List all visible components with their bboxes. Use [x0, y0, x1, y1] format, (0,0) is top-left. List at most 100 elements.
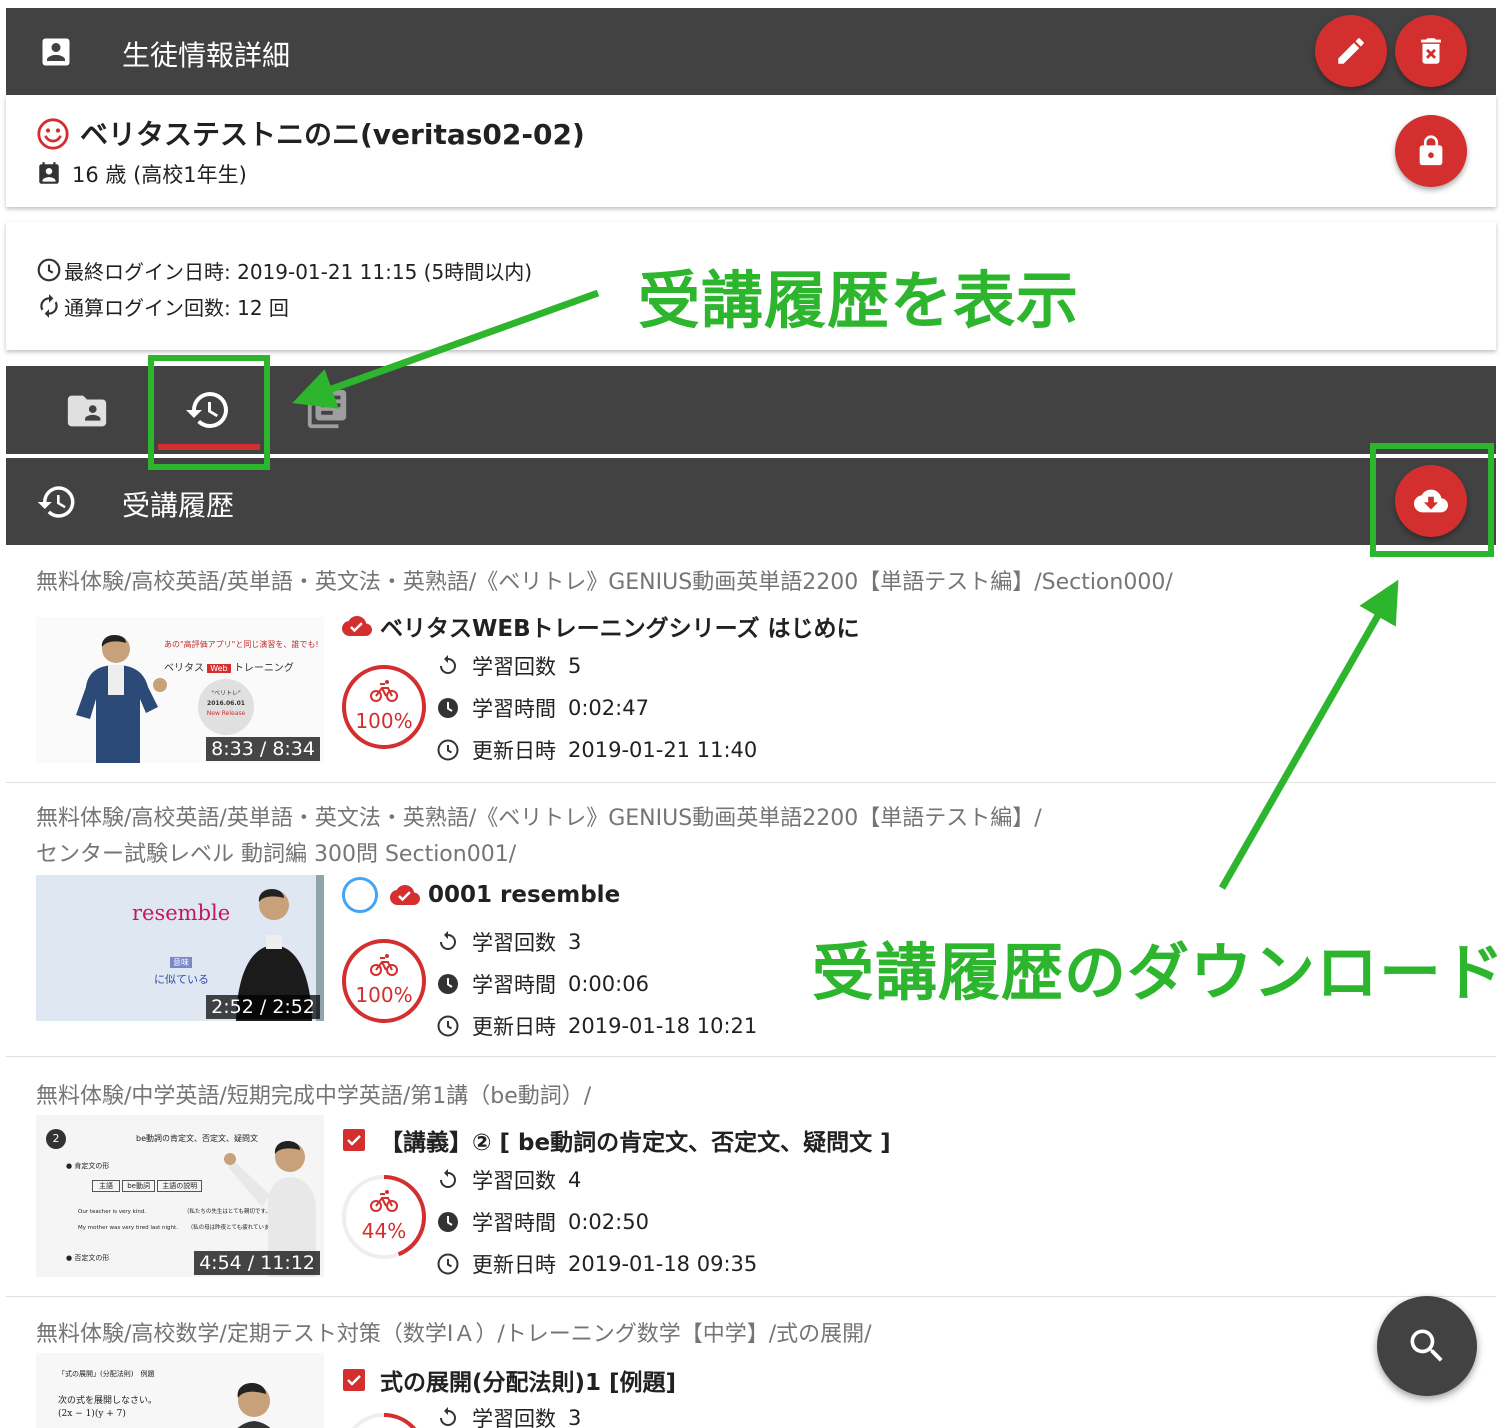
video-duration: 4:54 / 11:12 — [194, 1251, 320, 1275]
repeat-icon — [440, 1169, 456, 1188]
course-path: 無料体験/高校英語/英単語・英文法・英熟語/《ベリトレ》GENIUS動画英単語2… — [36, 806, 1042, 831]
video-duration: 8:33 / 8:34 — [206, 737, 320, 761]
total-login: 通算ログイン回数: 12 回 — [64, 296, 289, 320]
progress-ring: 100% — [340, 937, 428, 1025]
pencil-icon — [1338, 38, 1364, 64]
video-thumbnail[interactable]: 「式の展開」(分配法則) 例題 次の式を展開しなさい。 (2x − 1)(y +… — [36, 1353, 324, 1428]
checkbox-checked-icon[interactable] — [342, 1368, 366, 1392]
thumb-num: 2 — [46, 1129, 66, 1149]
course-path: 無料体験/高校数学/定期テスト対策（数学ⅠＡ）/トレーニング数学【中学】/式の展… — [36, 1322, 872, 1347]
stat-count: 学習回数 3 — [436, 927, 581, 957]
video-thumbnail[interactable]: 2 be動詞の肯定文、否定文、疑問文 ● 肯定文の形 主語 be動詞 主語の説明… — [36, 1115, 324, 1277]
bicycle-icon — [370, 1190, 398, 1212]
highlight-history-tab — [148, 355, 270, 470]
bicycle-icon — [370, 680, 398, 702]
search-icon — [1410, 1329, 1443, 1362]
stat-time: 学習時間 0:02:47 — [436, 693, 649, 723]
repeat-icon — [440, 1407, 456, 1426]
history-entry[interactable]: 無料体験/高校数学/定期テスト対策（数学ⅠＡ）/トレーニング数学【中学】/式の展… — [6, 1297, 1496, 1428]
stat-count: 学習回数 3 — [436, 1403, 581, 1428]
stat-updated: 更新日時 2019-01-18 09:35 — [436, 1249, 757, 1279]
video-thumbnail[interactable]: resemble 意味 に似ている 2:52 / 2:52 — [36, 875, 324, 1021]
repeat-icon — [440, 655, 456, 674]
section-title: 受講履歴 — [122, 489, 235, 522]
lesson-title[interactable]: 【講義】② [ be動詞の肯定文、否定文、疑問文 ] — [342, 1123, 891, 1157]
contact-icon — [38, 34, 74, 74]
thumb-brand: ベリタス Web トレーニング — [164, 663, 294, 674]
annotation-download-history: 受講履歴のダウンロード — [812, 936, 1502, 1009]
student-card: ベリタステストニのニ(veritas02-02) 16 歳 (高校1年生) — [6, 95, 1496, 207]
presenter-figure — [76, 635, 167, 763]
clock-filled-icon — [438, 698, 458, 718]
trash-icon — [1421, 38, 1441, 64]
lesson-title[interactable]: 0001 resemble — [342, 877, 620, 913]
student-name: ベリタステストニのニ(veritas02-02) — [80, 118, 585, 151]
thumb-tag: 意味 — [170, 957, 192, 968]
checkbox-checked-icon[interactable] — [342, 1128, 366, 1152]
thumb-caption: あの"高評価アプリ"と同じ演習を、誰でも! — [164, 640, 319, 649]
stat-updated: 更新日時 2019-01-18 10:21 — [436, 1011, 757, 1041]
course-path: 無料体験/高校英語/英単語・英文法・英熟語/《ベリトレ》GENIUS動画英単語2… — [36, 570, 1173, 595]
progress-ring: 100% — [340, 663, 428, 751]
lesson-title[interactable]: 式の展開(分配法則)1 [例題] — [342, 1363, 676, 1397]
presenter-figure — [237, 1383, 271, 1428]
thumb-question: 次の式を展開しなさい。 — [58, 1396, 158, 1406]
student-age: 16 歳 (高校1年生) — [72, 163, 247, 187]
library-icon — [307, 389, 347, 429]
lock-button[interactable] — [1395, 115, 1467, 187]
clock-outline-icon — [437, 739, 459, 761]
repeat-icon — [440, 931, 456, 950]
progress-percent: 100% — [355, 709, 413, 733]
clock-icon — [36, 257, 62, 287]
bicycle-icon — [370, 954, 398, 976]
stat-time: 学習時間 0:00:06 — [436, 969, 649, 999]
thumb-expr: (2x − 1)(y + 7) — [58, 1409, 126, 1419]
clock-filled-icon — [438, 1212, 458, 1232]
history-entry[interactable]: 無料体験/中学英語/短期完成中学英語/第1講（be動詞）/ 2 be動詞の肯定文… — [6, 1057, 1496, 1297]
stat-updated: 更新日時 2019-01-21 11:40 — [436, 735, 757, 765]
tab-profile[interactable] — [64, 388, 110, 438]
thumb-boxes: 主語 be動詞 主語の説明 — [92, 1180, 203, 1192]
annotation-show-history: 受講履歴を表示 — [638, 264, 1080, 337]
page-title: 生徒情報詳細 — [122, 39, 291, 72]
history-entry[interactable]: 無料体験/高校英語/英単語・英文法・英熟語/《ベリトレ》GENIUS動画英単語2… — [6, 545, 1496, 783]
progress-percent: 100% — [355, 983, 413, 1007]
lock-icon — [1419, 135, 1443, 166]
refresh-icon — [36, 293, 62, 323]
stat-count: 学習回数 5 — [436, 651, 581, 681]
edit-button[interactable] — [1315, 15, 1387, 87]
thumb-circle: "ベリトレ" 2016.06.01 New Release — [198, 679, 254, 735]
section-history-icon — [36, 481, 78, 527]
cloud-check-icon — [342, 616, 372, 636]
course-path: 無料体験/中学英語/短期完成中学英語/第1講（be動詞）/ — [36, 1084, 592, 1109]
last-login: 最終ログイン日時: 2019-01-21 11:15 (5時間以内) — [64, 260, 533, 284]
course-path-cont: センター試験レベル 動詞編 300問 Section001/ — [36, 842, 517, 867]
header-bar: 生徒情報詳細 — [6, 8, 1496, 95]
delete-button[interactable] — [1395, 15, 1467, 87]
folder-person-icon — [67, 395, 107, 427]
clock-outline-icon — [437, 1015, 459, 1037]
progress-percent: 44% — [361, 1219, 407, 1243]
clock-filled-icon — [438, 974, 458, 994]
stat-count: 学習回数 4 — [436, 1165, 581, 1195]
stat-time: 学習時間 0:02:50 — [436, 1207, 649, 1237]
tab-library[interactable] — [304, 386, 350, 436]
search-button[interactable] — [1377, 1296, 1477, 1396]
status-circle-icon — [342, 877, 378, 913]
lesson-title[interactable]: ベリタスWEBトレーニングシリーズ はじめに — [342, 609, 859, 643]
thumb-bullet1: ● 肯定文の形 — [66, 1162, 110, 1170]
video-thumbnail[interactable]: あの"高評価アプリ"と同じ演習を、誰でも! ベリタス Web トレーニング "ベ… — [36, 617, 324, 763]
history-entry[interactable]: 無料体験/高校英語/英単語・英文法・英熟語/《ベリトレ》GENIUS動画英単語2… — [6, 783, 1496, 1057]
progress-ring: 44% — [340, 1173, 428, 1261]
thumb-label: 「式の展開」(分配法則) 例題 — [58, 1370, 155, 1378]
highlight-download-button — [1370, 443, 1494, 557]
clock-outline-icon — [437, 1253, 459, 1275]
video-duration: 2:52 / 2:52 — [206, 995, 320, 1019]
section-header: 受講履歴 — [6, 458, 1496, 545]
thumb-meaning: に似ている — [154, 973, 209, 986]
thumb-word: resemble — [132, 901, 231, 925]
progress-ring — [340, 1411, 428, 1428]
cloud-check-icon — [390, 885, 420, 905]
calendar-icon — [36, 161, 62, 191]
smiley-icon — [36, 117, 70, 155]
